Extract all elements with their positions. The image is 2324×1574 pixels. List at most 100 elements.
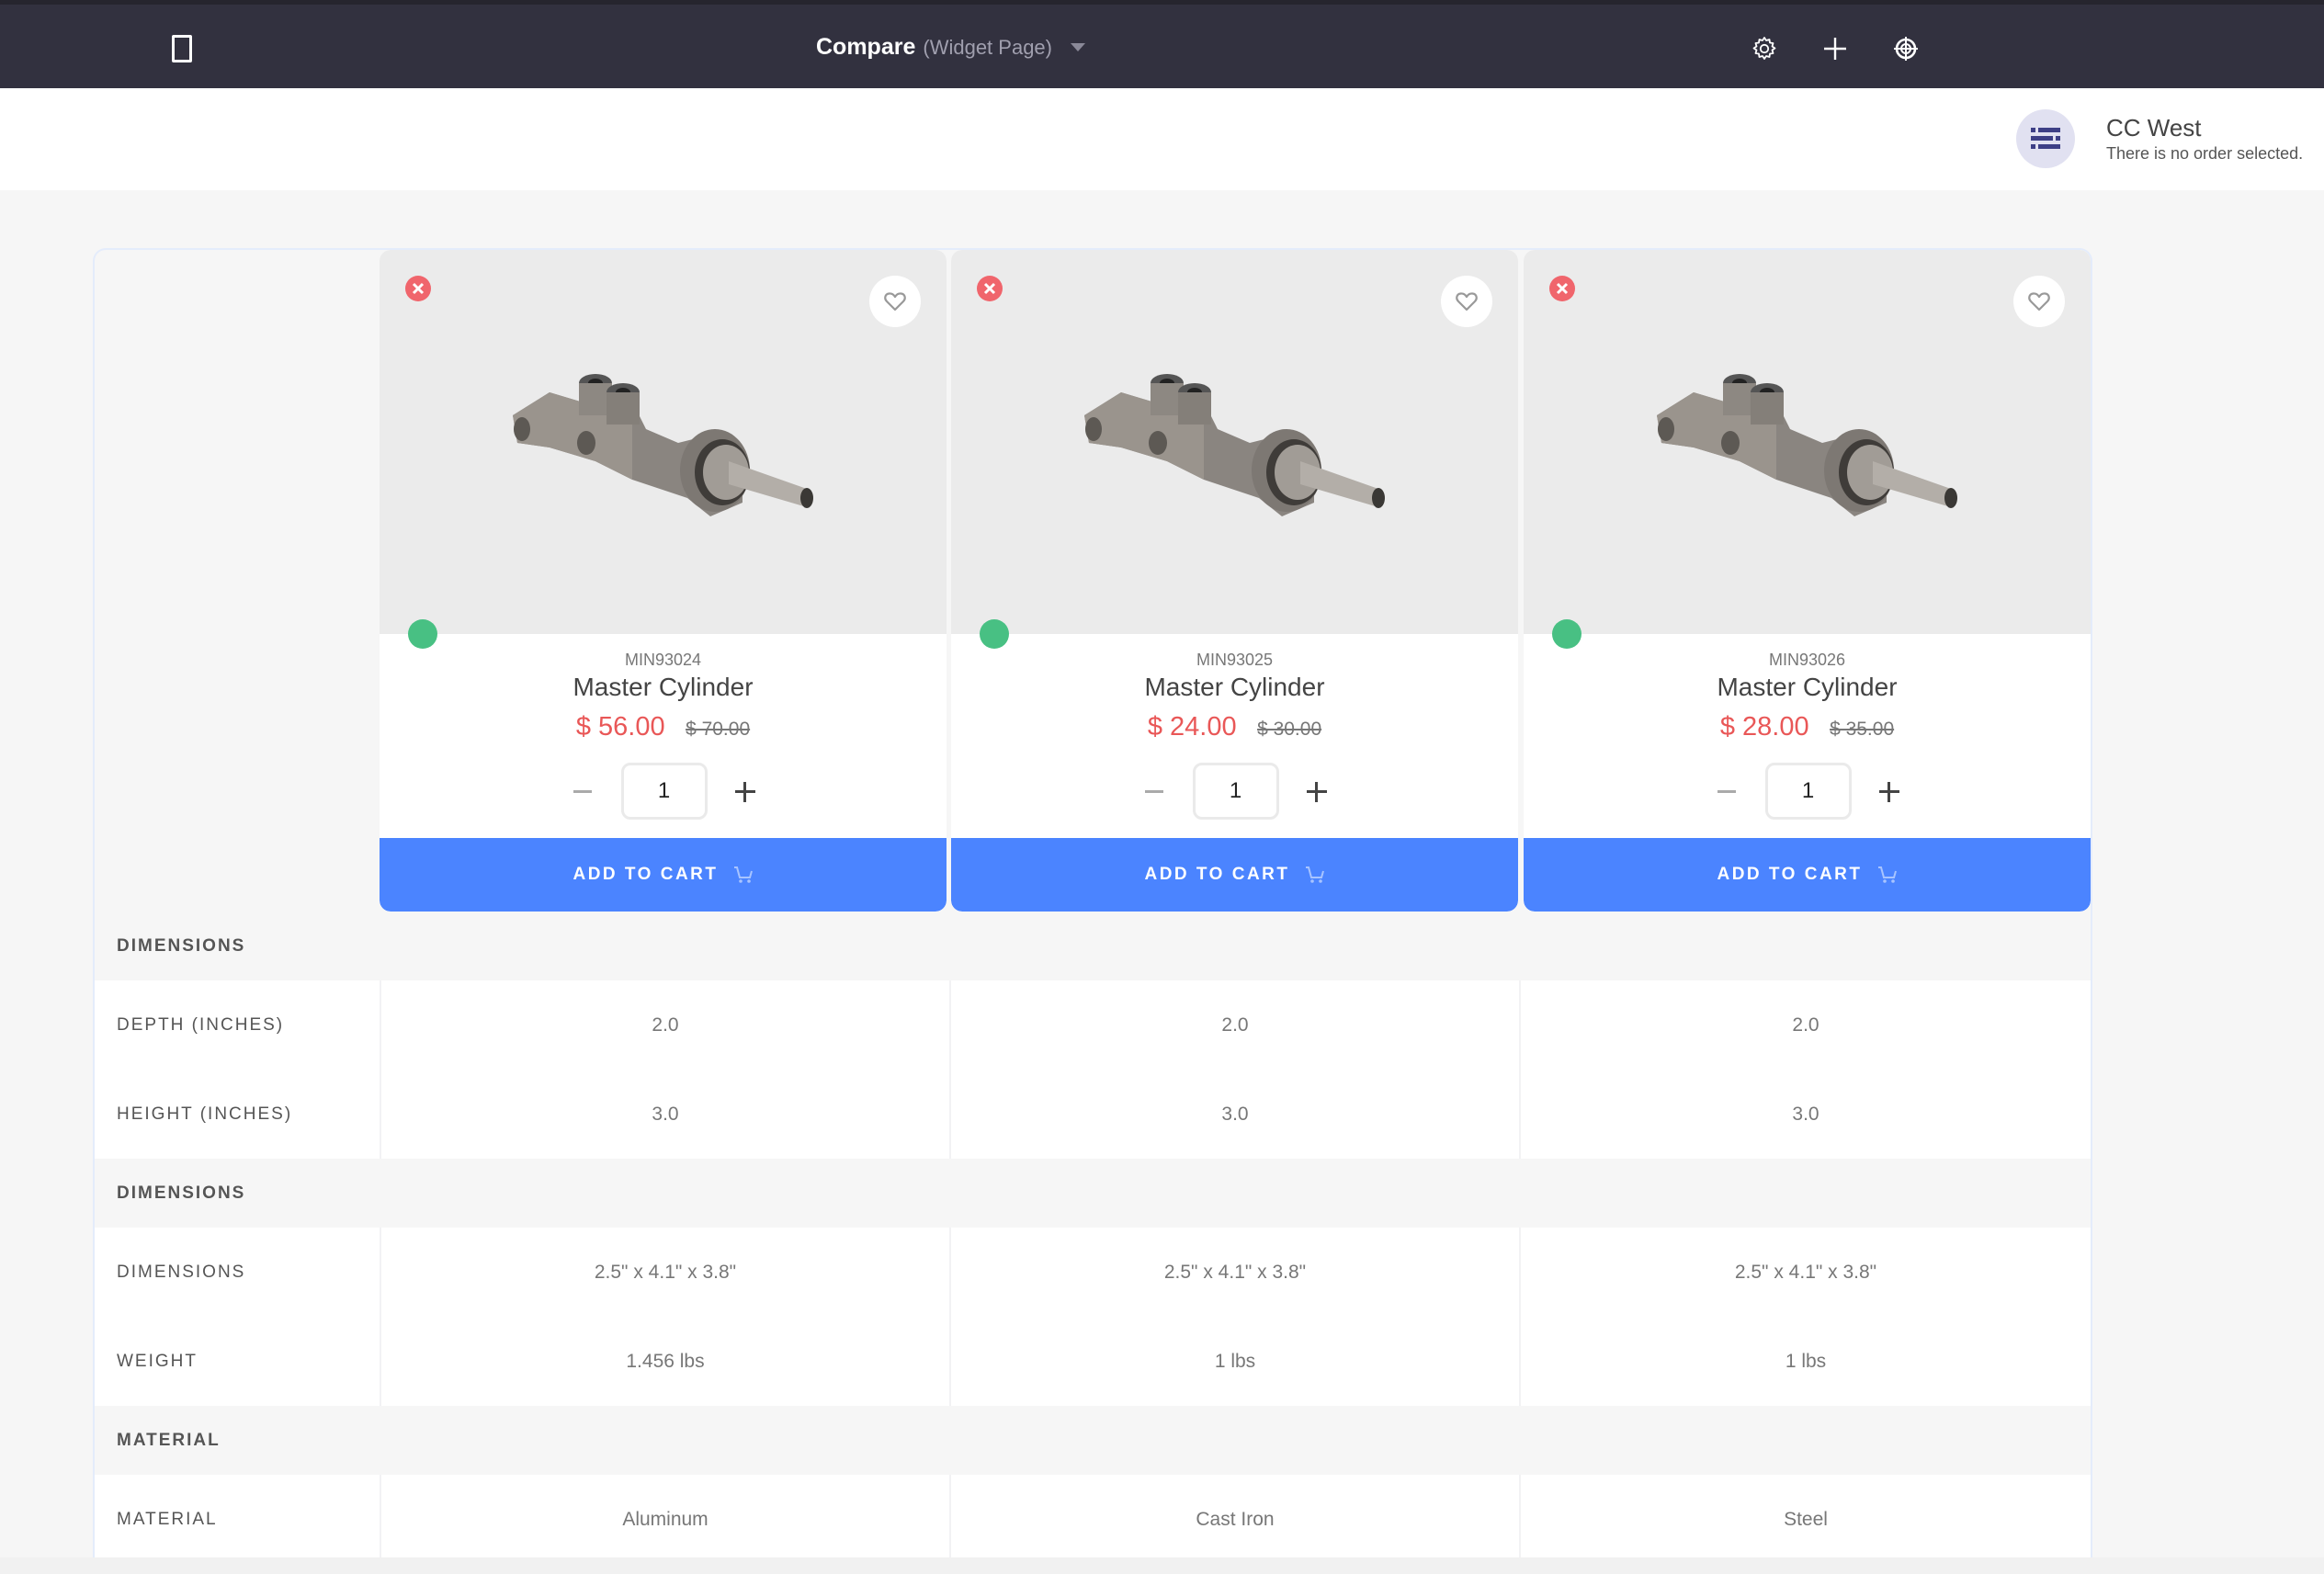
add-to-cart-button[interactable]: ADD TO CART <box>1524 838 2091 912</box>
order-list-icon[interactable] <box>2016 109 2075 168</box>
increase-quantity-button[interactable] <box>1870 773 1907 810</box>
remove-product-button[interactable] <box>1549 276 1575 301</box>
spec-value: 2.5" x 4.1" x 3.8" <box>951 1228 1521 1317</box>
spec-value: 3.0 <box>381 1070 951 1159</box>
product-image-area <box>1524 250 2091 634</box>
page-type: (Widget Page) <box>923 35 1052 59</box>
product-name[interactable]: Master Cylinder <box>380 673 947 702</box>
caret-down-icon[interactable] <box>1071 43 1085 51</box>
spec-label: HEIGHT (INCHES) <box>95 1070 381 1159</box>
sale-price: $ 24.00 <box>1147 712 1237 742</box>
remove-product-button[interactable] <box>977 276 1003 301</box>
section-header: DIMENSIONS <box>95 1159 2091 1228</box>
cart-icon <box>733 866 753 883</box>
list-price: $ 35.00 <box>1830 719 1895 740</box>
spec-value: Aluminum <box>381 1475 951 1564</box>
page-title: Compare <box>816 34 916 60</box>
spec-row: WEIGHT 1.456 lbs 1 lbs 1 lbs <box>95 1317 2091 1406</box>
spec-value: 1 lbs <box>1785 1350 1827 1372</box>
close-icon <box>412 282 425 295</box>
page-icon[interactable] <box>172 35 192 62</box>
gear-icon[interactable] <box>1750 34 1779 63</box>
spec-label: DEPTH (INCHES) <box>95 980 381 1070</box>
availability-indicator <box>408 619 437 649</box>
spec-value: Steel <box>1784 1508 1828 1530</box>
spec-value: 3.0 <box>951 1070 1521 1159</box>
account-name: CC West <box>2106 114 2202 142</box>
decrease-quantity-button[interactable] <box>564 773 601 810</box>
heart-icon <box>884 292 906 311</box>
decrease-quantity-button[interactable] <box>1708 773 1745 810</box>
account-info[interactable]: CC West There is no order selected. <box>2106 114 2303 164</box>
availability-indicator <box>1552 619 1581 649</box>
spec-value: 2.5" x 4.1" x 3.8" <box>1734 1261 1877 1283</box>
minus-icon <box>572 789 592 793</box>
spec-value: 2.0 <box>951 980 1521 1070</box>
plus-icon[interactable] <box>1820 34 1850 63</box>
quantity-input[interactable] <box>620 763 708 820</box>
list-price: $ 70.00 <box>686 719 751 740</box>
product-sku: MIN93026 <box>1768 651 1846 669</box>
spec-label: DIMENSIONS <box>95 1228 381 1317</box>
product-image[interactable] <box>1638 342 1969 526</box>
increase-quantity-button[interactable] <box>726 773 763 810</box>
page-title-menu[interactable]: Compare (Widget Page) <box>816 34 1085 61</box>
product-prices: $ 24.00 $ 30.00 <box>951 712 1518 742</box>
spec-value: 3.0 <box>1792 1103 1820 1125</box>
product-image[interactable] <box>1066 342 1397 526</box>
product-card: MIN93024 Master Cylinder $ 56.00 $ 70.00… <box>380 250 947 912</box>
spec-row: HEIGHT (INCHES) 3.0 3.0 3.0 <box>95 1070 2091 1159</box>
product-name[interactable]: Master Cylinder <box>951 673 1518 702</box>
add-to-cart-label: ADD TO CART <box>1144 865 1290 884</box>
add-to-cart-label: ADD TO CART <box>572 865 719 884</box>
quantity-stepper <box>380 763 947 820</box>
product-prices: $ 28.00 $ 35.00 <box>1524 712 2091 742</box>
product-image-area <box>951 250 1518 634</box>
spec-comparison-table: DIMENSIONS DEPTH (INCHES) 2.0 2.0 2.0 HE… <box>95 912 2091 1564</box>
cart-icon <box>1877 866 1897 883</box>
add-to-wishlist-button[interactable] <box>869 276 921 327</box>
product-card: MIN93026 Master Cylinder $ 28.00 $ 35.00… <box>1524 250 2091 912</box>
list-price: $ 30.00 <box>1257 719 1322 740</box>
product-image[interactable] <box>494 342 825 526</box>
add-to-wishlist-button[interactable] <box>2013 276 2065 327</box>
cart-icon <box>1305 866 1324 883</box>
minus-icon <box>1144 789 1163 793</box>
page-bottom-edge <box>0 1557 2324 1574</box>
product-sku: MIN93024 <box>624 651 702 669</box>
sale-price: $ 56.00 <box>575 712 665 742</box>
target-icon[interactable] <box>1891 34 1921 63</box>
product-name[interactable]: Master Cylinder <box>1524 673 2091 702</box>
decrease-quantity-button[interactable] <box>1136 773 1173 810</box>
quantity-input[interactable] <box>1764 763 1852 820</box>
add-to-cart-button[interactable]: ADD TO CART <box>951 838 1518 912</box>
close-icon <box>983 282 996 295</box>
spec-label: WEIGHT <box>95 1317 381 1406</box>
quantity-stepper <box>1524 763 2091 820</box>
increase-quantity-button[interactable] <box>1298 773 1334 810</box>
spec-value: 2.5" x 4.1" x 3.8" <box>381 1228 951 1317</box>
spec-label: MATERIAL <box>95 1475 381 1564</box>
product-prices: $ 56.00 $ 70.00 <box>380 712 947 742</box>
account-header: CC West There is no order selected. <box>0 88 2324 190</box>
spec-row: DIMENSIONS 2.5" x 4.1" x 3.8" 2.5" x 4.1… <box>95 1228 2091 1317</box>
add-to-cart-button[interactable]: ADD TO CART <box>380 838 947 912</box>
spec-row: MATERIAL Aluminum Cast Iron Steel <box>95 1475 2091 1564</box>
heart-icon <box>2028 292 2050 311</box>
minus-icon <box>1717 789 1736 793</box>
close-icon <box>1556 282 1569 295</box>
quantity-stepper <box>951 763 1518 820</box>
remove-product-button[interactable] <box>405 276 431 301</box>
quantity-input[interactable] <box>1192 763 1279 820</box>
product-card: MIN93025 Master Cylinder $ 24.00 $ 30.00… <box>951 250 1518 912</box>
sale-price: $ 28.00 <box>1719 712 1809 742</box>
heart-icon <box>1456 292 1478 311</box>
availability-indicator <box>980 619 1009 649</box>
spec-value: 2.0 <box>1792 1013 1820 1036</box>
add-to-cart-label: ADD TO CART <box>1717 865 1863 884</box>
spec-row: DEPTH (INCHES) 2.0 2.0 2.0 <box>95 980 2091 1070</box>
spec-value: 1.456 lbs <box>381 1317 951 1406</box>
add-to-wishlist-button[interactable] <box>1441 276 1492 327</box>
product-sku: MIN93025 <box>1196 651 1274 669</box>
order-status: There is no order selected. <box>2106 144 2304 163</box>
